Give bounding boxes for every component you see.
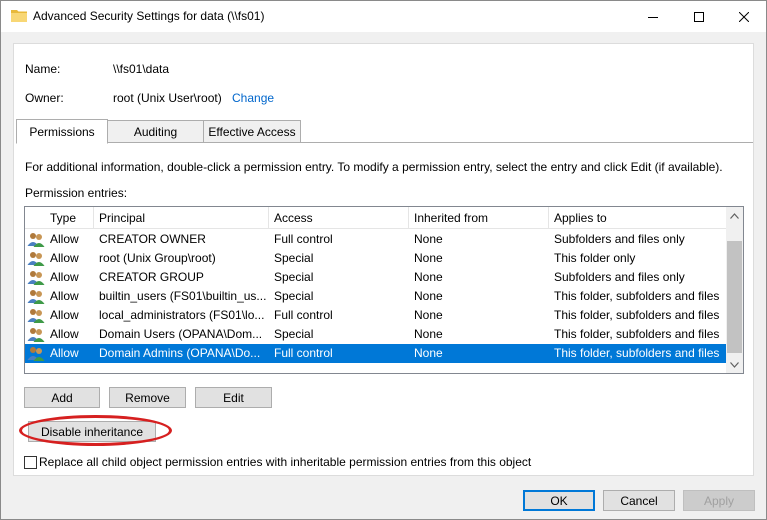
scroll-down-arrow[interactable] bbox=[726, 356, 743, 373]
permission-entry-row[interactable]: Allow builtin_users (FS01\builtin_us... Sp… bbox=[25, 287, 727, 306]
cell-inherited-from: None bbox=[414, 251, 443, 265]
cell-inherited-from: None bbox=[414, 327, 443, 341]
remove-button[interactable]: Remove bbox=[109, 387, 186, 408]
cell-inherited-from: None bbox=[414, 346, 443, 360]
column-inherited-from[interactable]: Inherited from bbox=[409, 207, 549, 229]
cell-type: Allow bbox=[50, 346, 79, 360]
add-button[interactable]: Add bbox=[24, 387, 100, 408]
cell-access: Special bbox=[274, 289, 314, 303]
cell-applies-to: Subfolders and files only bbox=[554, 270, 685, 284]
column-principal[interactable]: Principal bbox=[94, 207, 269, 229]
cell-type: Allow bbox=[50, 251, 79, 265]
cell-applies-to: This folder only bbox=[554, 251, 636, 265]
cell-type: Allow bbox=[50, 270, 79, 284]
column-applies-to[interactable]: Applies to bbox=[549, 207, 727, 229]
cell-principal: root (Unix Group\root) bbox=[99, 251, 216, 265]
cell-principal: CREATOR GROUP bbox=[99, 270, 204, 284]
maximize-button[interactable] bbox=[676, 1, 722, 32]
users-icon bbox=[27, 233, 45, 247]
cell-inherited-from: None bbox=[414, 232, 443, 246]
permission-entry-row[interactable]: Allow Domain Admins (OPANA\Do... Full cont… bbox=[25, 344, 727, 363]
tab-effective-access[interactable]: Effective Access bbox=[203, 120, 301, 143]
content-panel: Name: \\fs01\data Owner: root (Unix User… bbox=[13, 43, 754, 476]
tab-auditing[interactable]: Auditing bbox=[107, 120, 204, 143]
users-icon bbox=[27, 252, 45, 266]
replace-child-permissions-checkbox[interactable] bbox=[24, 456, 37, 469]
users-icon bbox=[27, 290, 45, 304]
scroll-up-arrow[interactable] bbox=[726, 207, 743, 224]
advanced-security-window: Advanced Security Settings for data (\\f… bbox=[0, 0, 767, 520]
apply-button[interactable]: Apply bbox=[683, 490, 755, 511]
cell-inherited-from: None bbox=[414, 289, 443, 303]
disable-inheritance-button[interactable]: Disable inheritance bbox=[28, 421, 156, 442]
cell-applies-to: This folder, subfolders and files bbox=[554, 289, 720, 303]
cell-access: Full control bbox=[274, 232, 333, 246]
cell-inherited-from: None bbox=[414, 270, 443, 284]
cell-applies-to: Subfolders and files only bbox=[554, 232, 685, 246]
permission-entry-row[interactable]: Allow Domain Users (OPANA\Dom... Special No… bbox=[25, 325, 727, 344]
cell-applies-to: This folder, subfolders and files bbox=[554, 346, 720, 360]
cell-access: Special bbox=[274, 270, 314, 284]
cell-access: Full control bbox=[274, 308, 333, 322]
permission-entries-label: Permission entries: bbox=[25, 186, 128, 200]
edit-button[interactable]: Edit bbox=[195, 387, 272, 408]
folder-icon bbox=[11, 10, 27, 22]
owner-value: root (Unix User\root) bbox=[113, 91, 222, 105]
scroll-thumb[interactable] bbox=[727, 241, 742, 353]
chevron-down-icon bbox=[730, 361, 739, 368]
list-header: Type Principal Access Inherited from App… bbox=[25, 207, 727, 229]
cell-principal: Domain Users (OPANA\Dom... bbox=[99, 327, 263, 341]
list-scrollbar[interactable] bbox=[726, 207, 743, 373]
users-icon bbox=[27, 271, 45, 285]
cell-access: Full control bbox=[274, 346, 333, 360]
name-value: \\fs01\data bbox=[113, 62, 170, 76]
cell-type: Allow bbox=[50, 232, 79, 246]
cell-access: Special bbox=[274, 327, 314, 341]
cell-principal: Domain Admins (OPANA\Do... bbox=[99, 346, 261, 360]
permission-entry-row[interactable]: Allow CREATOR GROUP Special None Subfolders … bbox=[25, 268, 727, 287]
tab-permissions[interactable]: Permissions bbox=[16, 119, 108, 144]
permission-entry-row[interactable]: Allow CREATOR OWNER Full control None Subfol… bbox=[25, 230, 727, 249]
column-type[interactable]: Type bbox=[45, 207, 94, 229]
cell-principal: builtin_users (FS01\builtin_us... bbox=[99, 289, 267, 303]
permission-entry-row[interactable]: Allow local_administrators (FS01\lo... Ful… bbox=[25, 306, 727, 325]
window-title: Advanced Security Settings for data (\\f… bbox=[33, 9, 265, 23]
maximize-icon bbox=[694, 11, 704, 22]
ok-button[interactable]: OK bbox=[523, 490, 595, 511]
cell-type: Allow bbox=[50, 289, 79, 303]
permission-entry-row[interactable]: Allow root (Unix Group\root) Special None Th… bbox=[25, 249, 727, 268]
minimize-icon bbox=[648, 16, 658, 18]
users-icon bbox=[27, 309, 45, 323]
permission-entries-list[interactable]: Type Principal Access Inherited from App… bbox=[24, 206, 744, 374]
info-text: For additional information, double-click… bbox=[25, 160, 723, 174]
change-owner-link[interactable]: Change bbox=[232, 91, 274, 105]
owner-label: Owner: bbox=[25, 91, 64, 105]
column-access[interactable]: Access bbox=[269, 207, 409, 229]
replace-child-permissions-label[interactable]: Replace all child object permission entr… bbox=[39, 455, 531, 469]
cell-inherited-from: None bbox=[414, 308, 443, 322]
cancel-button[interactable]: Cancel bbox=[603, 490, 675, 511]
cell-applies-to: This folder, subfolders and files bbox=[554, 308, 720, 322]
cell-access: Special bbox=[274, 251, 314, 265]
cell-principal: local_administrators (FS01\lo... bbox=[99, 308, 265, 322]
users-icon bbox=[27, 328, 45, 342]
users-icon bbox=[27, 347, 45, 361]
name-label: Name: bbox=[25, 62, 61, 76]
cell-type: Allow bbox=[50, 327, 79, 341]
cell-principal: CREATOR OWNER bbox=[99, 232, 206, 246]
cell-applies-to: This folder, subfolders and files bbox=[554, 327, 720, 341]
cell-type: Allow bbox=[50, 308, 79, 322]
close-icon bbox=[739, 11, 749, 22]
chevron-up-icon bbox=[730, 212, 739, 219]
title-bar: Advanced Security Settings for data (\\f… bbox=[1, 1, 766, 32]
close-button[interactable] bbox=[721, 1, 767, 32]
minimize-button[interactable] bbox=[630, 1, 676, 32]
